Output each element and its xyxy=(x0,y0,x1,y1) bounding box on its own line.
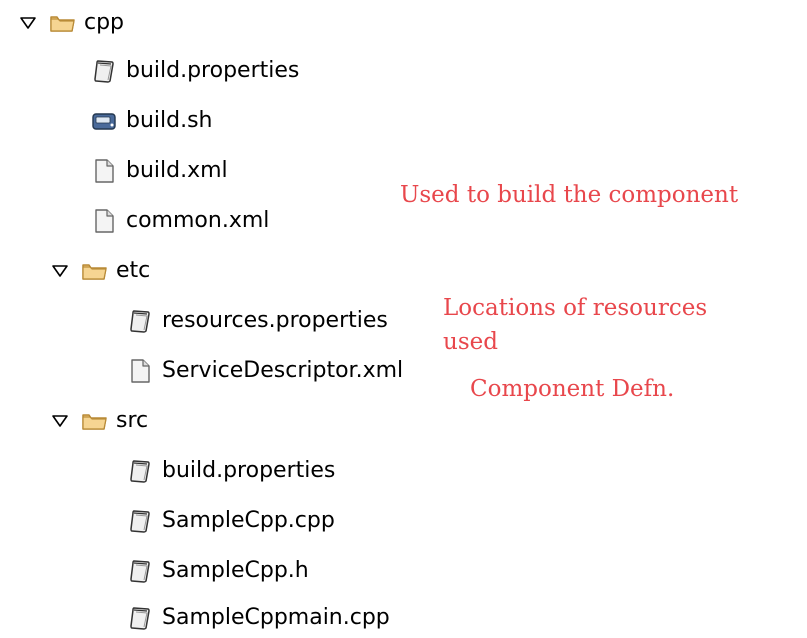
tree-row-samplecpp-h[interactable]: SampleCpp.h xyxy=(126,551,309,591)
tree-label-samplecpp-h[interactable]: SampleCpp.h xyxy=(162,557,309,585)
tree-label-etc[interactable]: etc xyxy=(116,257,150,285)
tree-row-build-sh[interactable]: build.sh xyxy=(90,101,213,141)
tree-label-servicedescriptor-xml[interactable]: ServiceDescriptor.xml xyxy=(162,357,403,385)
generic-file-icon xyxy=(126,357,154,385)
tree-label-resources-properties[interactable]: resources.properties xyxy=(162,307,388,335)
tree-row-src[interactable]: src xyxy=(50,401,148,441)
annotation-resources-line2: used xyxy=(443,329,498,355)
tree-row-samplecpp-cpp[interactable]: SampleCpp.cpp xyxy=(126,501,335,541)
tree-label-src-build-properties[interactable]: build.properties xyxy=(162,457,335,485)
folder-open-icon xyxy=(48,9,76,37)
tree-row-src-build-properties[interactable]: build.properties xyxy=(126,451,335,491)
tree-label-common-xml[interactable]: common.xml xyxy=(126,207,269,235)
annotation-resources-line1: Locations of resources xyxy=(443,295,708,321)
tree-row-build-xml[interactable]: build.xml xyxy=(90,151,228,191)
tree-label-src[interactable]: src xyxy=(116,407,148,435)
properties-file-icon xyxy=(126,557,154,585)
tree-label-cpp[interactable]: cpp xyxy=(84,9,124,37)
tree-label-samplecpp-cpp[interactable]: SampleCpp.cpp xyxy=(162,507,335,535)
properties-file-icon xyxy=(126,457,154,485)
tree-row-servicedescriptor-xml[interactable]: ServiceDescriptor.xml xyxy=(126,351,403,391)
generic-file-icon xyxy=(90,207,118,235)
annotation-build: Used to build the component xyxy=(400,182,739,208)
annotation-component: Component Defn. xyxy=(470,376,675,402)
expand-toggle-cpp[interactable] xyxy=(18,13,38,33)
properties-file-icon xyxy=(126,307,154,335)
triangle-down-icon xyxy=(52,265,68,277)
expand-toggle-src[interactable] xyxy=(50,411,70,431)
tree-label-samplecppmain-cpp[interactable]: SampleCppmain.cpp xyxy=(162,604,390,632)
triangle-down-icon xyxy=(52,415,68,427)
tree-label-build-xml[interactable]: build.xml xyxy=(126,157,228,185)
properties-file-icon xyxy=(126,604,154,632)
folder-open-icon xyxy=(80,257,108,285)
properties-file-icon xyxy=(90,57,118,85)
tree-label-build-sh[interactable]: build.sh xyxy=(126,107,213,135)
tree-row-resources-properties[interactable]: resources.properties xyxy=(126,301,388,341)
generic-file-icon xyxy=(90,157,118,185)
tree-row-build-properties[interactable]: build.properties xyxy=(90,51,299,91)
tree-label-build-properties[interactable]: build.properties xyxy=(126,57,299,85)
triangle-down-icon xyxy=(20,17,36,29)
folder-open-icon xyxy=(80,407,108,435)
tree-row-samplecppmain-cpp[interactable]: SampleCppmain.cpp xyxy=(126,598,390,638)
expand-toggle-etc[interactable] xyxy=(50,261,70,281)
shell-script-icon xyxy=(90,107,118,135)
tree-row-etc[interactable]: etc xyxy=(50,251,150,291)
tree-row-cpp[interactable]: cpp xyxy=(18,3,124,43)
tree-row-common-xml[interactable]: common.xml xyxy=(90,201,269,241)
properties-file-icon xyxy=(126,507,154,535)
